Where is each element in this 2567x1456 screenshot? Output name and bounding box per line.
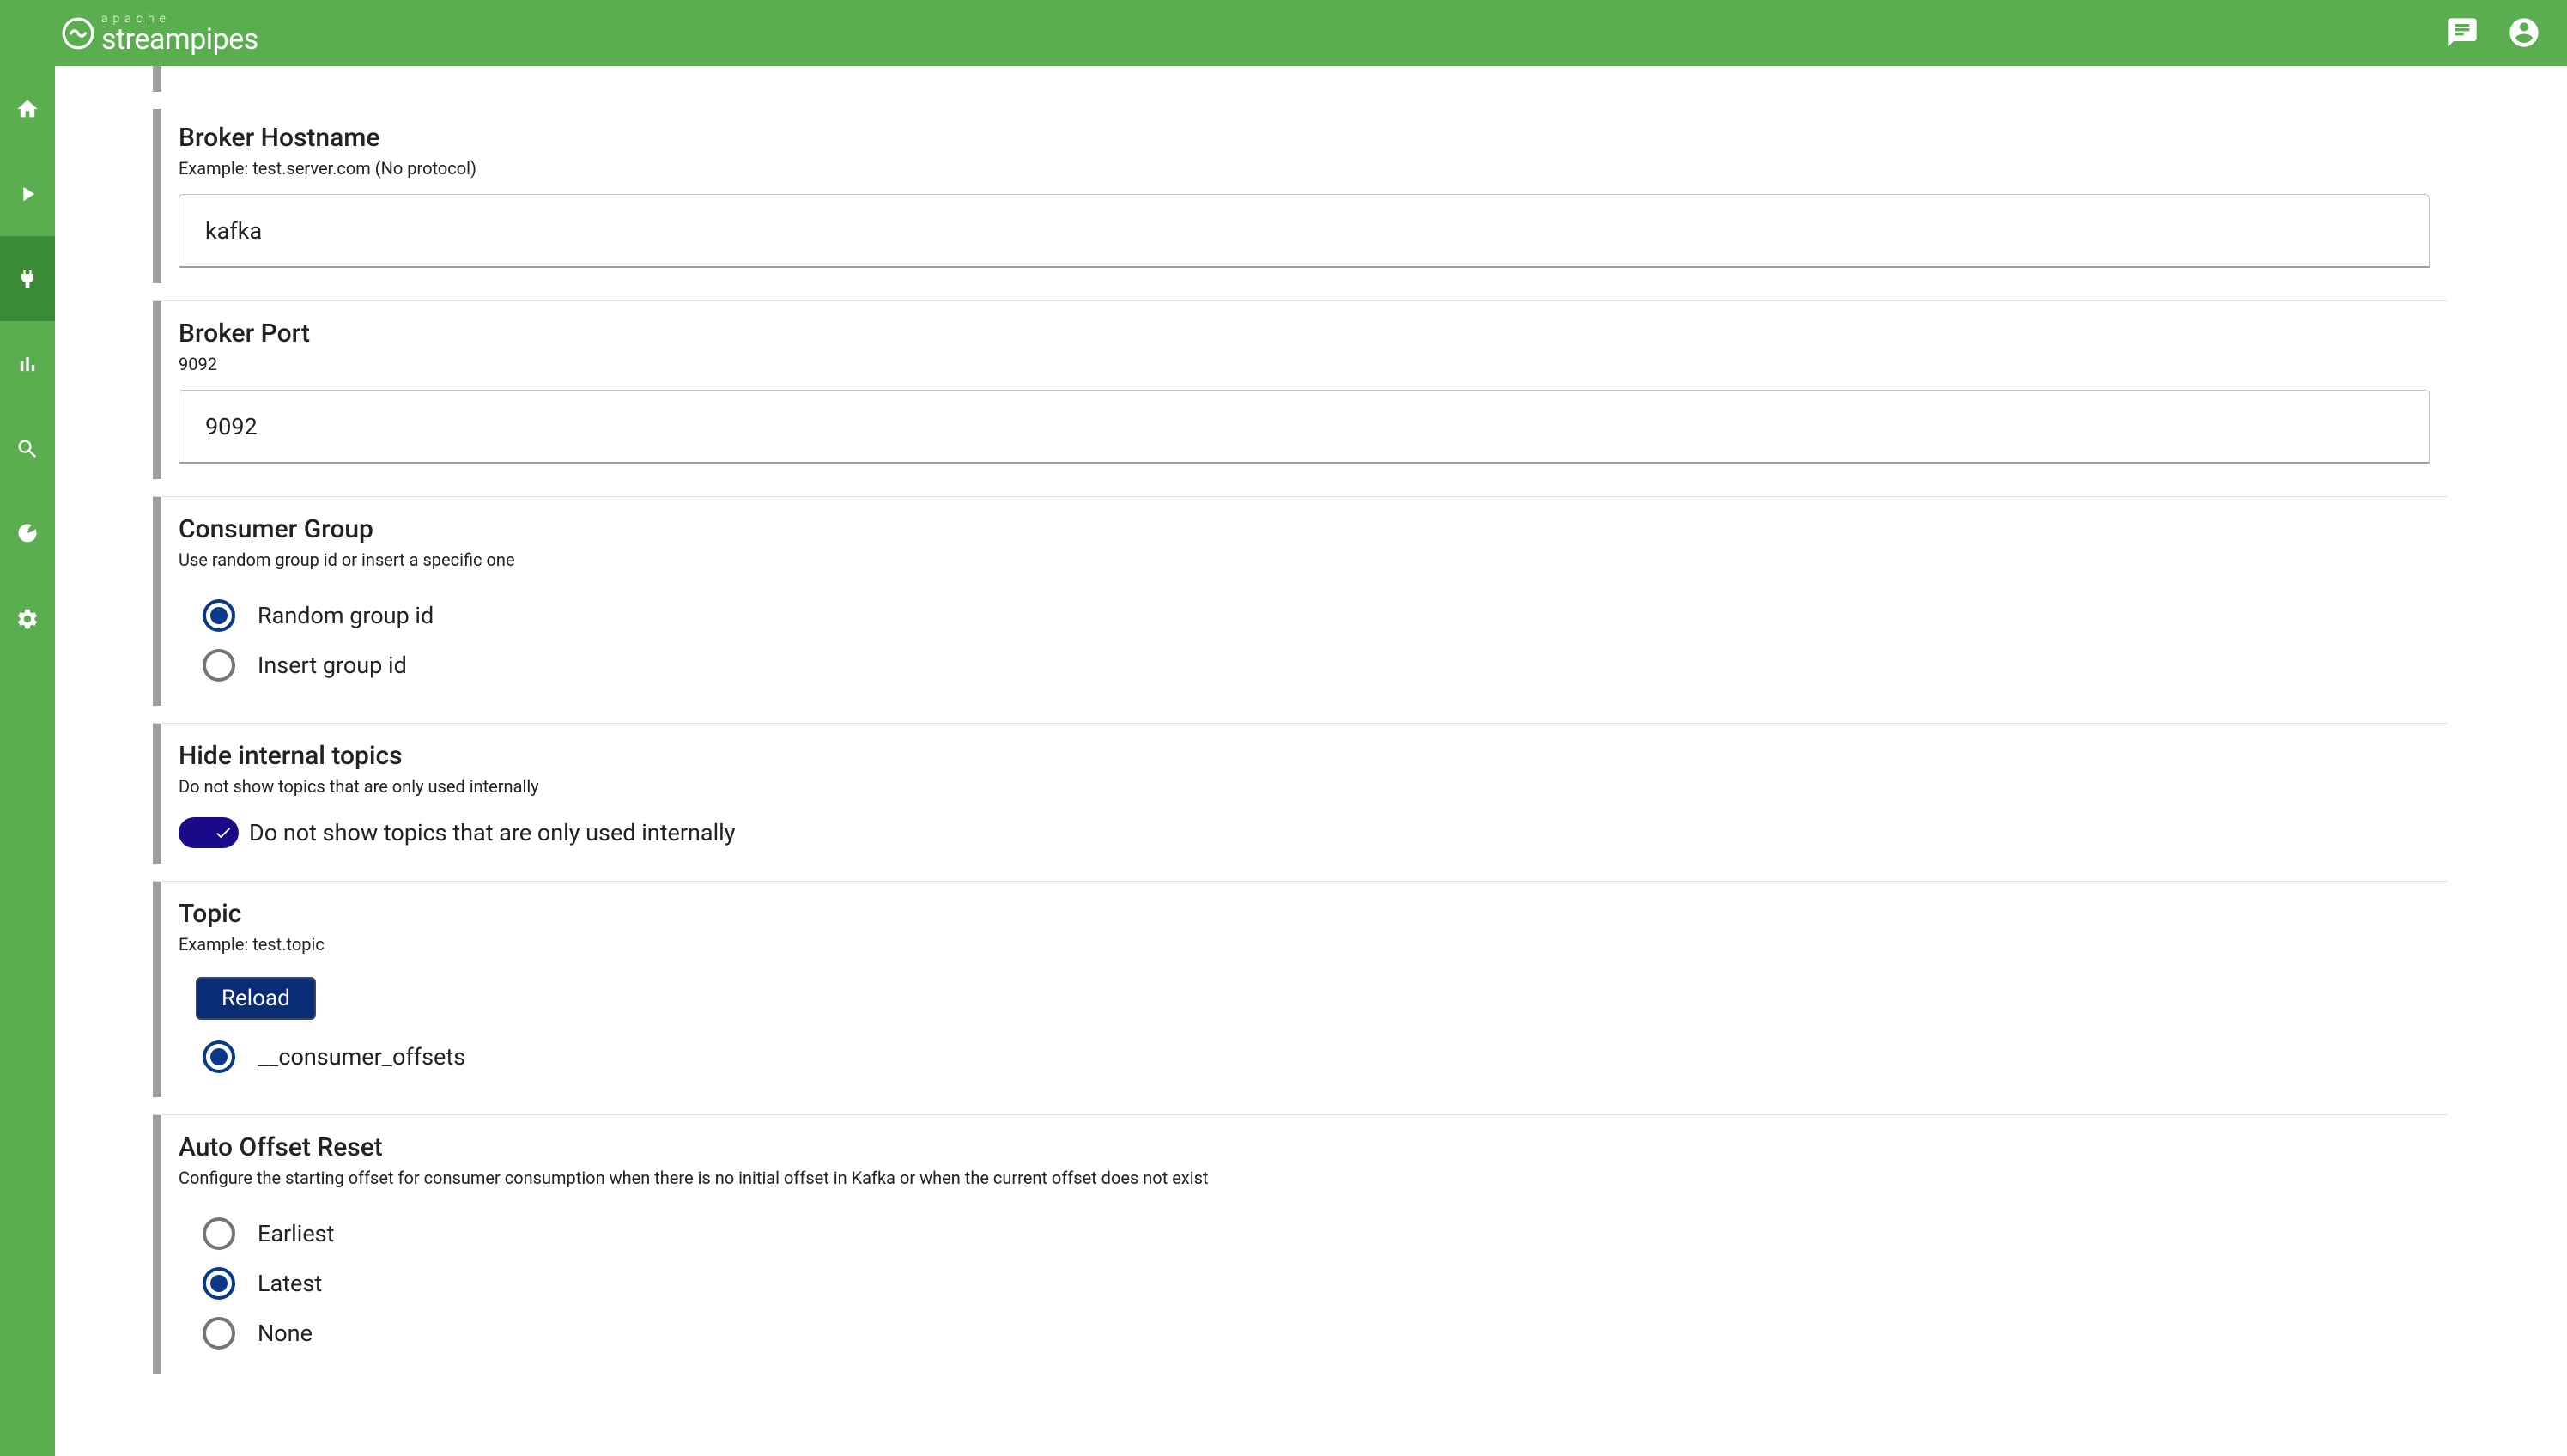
sidebar-item-data-explorer[interactable] bbox=[0, 406, 55, 491]
radio-label: Earliest bbox=[258, 1220, 334, 1247]
home-icon bbox=[15, 97, 39, 121]
sidebar-item-configuration[interactable] bbox=[0, 576, 55, 661]
main-content: Broker Hostname Example: test.server.com… bbox=[55, 66, 2567, 1456]
toggle-label: Do not show topics that are only used in… bbox=[249, 819, 736, 846]
section-broker-hostname: Broker Hostname Example: test.server.com… bbox=[153, 109, 2447, 283]
app-header: apache streampipes bbox=[0, 0, 2567, 66]
reload-button[interactable]: Reload bbox=[196, 977, 316, 1020]
section-broker-port: Broker Port 9092 bbox=[153, 301, 2447, 479]
field-subtitle: Use random group id or insert a specific… bbox=[179, 549, 2430, 570]
sidebar-item-dashboard[interactable] bbox=[0, 321, 55, 406]
gear-icon bbox=[15, 607, 39, 631]
bar-chart-icon bbox=[15, 352, 39, 376]
radio-random-group-id[interactable]: Random group id bbox=[203, 591, 2430, 640]
brand-name: streampipes bbox=[101, 25, 258, 54]
broker-hostname-input[interactable] bbox=[179, 194, 2430, 268]
field-title: Auto Offset Reset bbox=[179, 1132, 2430, 1162]
field-subtitle: Example: test.server.com (No protocol) bbox=[179, 158, 2430, 179]
streampipes-logo-icon bbox=[60, 15, 96, 52]
field-subtitle: Configure the starting offset for consum… bbox=[179, 1168, 2430, 1188]
field-title: Consumer Group bbox=[179, 514, 2430, 544]
plug-icon bbox=[15, 267, 39, 291]
chat-icon[interactable] bbox=[2445, 15, 2479, 50]
sidebar bbox=[0, 66, 55, 1456]
section-stub bbox=[153, 66, 2447, 92]
field-subtitle: Do not show topics that are only used in… bbox=[179, 776, 2430, 797]
sidebar-item-connect[interactable] bbox=[0, 236, 55, 321]
radio-label: Latest bbox=[258, 1270, 322, 1297]
radio-icon bbox=[203, 1217, 235, 1250]
section-consumer-group: Consumer Group Use random group id or in… bbox=[153, 497, 2447, 706]
hide-internal-toggle[interactable] bbox=[179, 817, 239, 848]
account-icon[interactable] bbox=[2507, 15, 2541, 50]
field-title: Topic bbox=[179, 899, 2430, 929]
radio-label: __consumer_offsets bbox=[258, 1043, 465, 1071]
radio-label: Insert group id bbox=[258, 652, 407, 679]
radio-icon bbox=[203, 599, 235, 632]
radio-icon bbox=[203, 1317, 235, 1350]
robot-arm-icon bbox=[15, 522, 39, 546]
section-auto-offset: Auto Offset Reset Configure the starting… bbox=[153, 1115, 2447, 1374]
brand-logo[interactable]: apache streampipes bbox=[60, 13, 258, 54]
radio-icon bbox=[203, 649, 235, 682]
radio-latest[interactable]: Latest bbox=[203, 1259, 2430, 1308]
radio-label: None bbox=[258, 1320, 313, 1347]
section-hide-internal: Hide internal topics Do not show topics … bbox=[153, 724, 2447, 864]
field-subtitle: Example: test.topic bbox=[179, 934, 2430, 955]
radio-icon bbox=[203, 1267, 235, 1300]
broker-port-input[interactable] bbox=[179, 390, 2430, 464]
search-icon bbox=[15, 437, 39, 461]
play-icon bbox=[15, 182, 39, 206]
radio-label: Random group id bbox=[258, 602, 434, 629]
radio-topic-consumer-offsets[interactable]: __consumer_offsets bbox=[203, 1032, 2430, 1082]
section-topic: Topic Example: test.topic Reload __consu… bbox=[153, 882, 2447, 1097]
radio-icon bbox=[203, 1040, 235, 1073]
field-title: Hide internal topics bbox=[179, 741, 2430, 771]
sidebar-item-pipelines[interactable] bbox=[0, 151, 55, 236]
sidebar-item-home[interactable] bbox=[0, 66, 55, 151]
radio-none[interactable]: None bbox=[203, 1308, 2430, 1358]
radio-earliest[interactable]: Earliest bbox=[203, 1209, 2430, 1259]
field-title: Broker Port bbox=[179, 318, 2430, 349]
radio-insert-group-id[interactable]: Insert group id bbox=[203, 640, 2430, 690]
sidebar-item-assets[interactable] bbox=[0, 491, 55, 576]
field-title: Broker Hostname bbox=[179, 123, 2430, 153]
field-subtitle: 9092 bbox=[179, 354, 2430, 374]
check-icon bbox=[214, 823, 233, 842]
